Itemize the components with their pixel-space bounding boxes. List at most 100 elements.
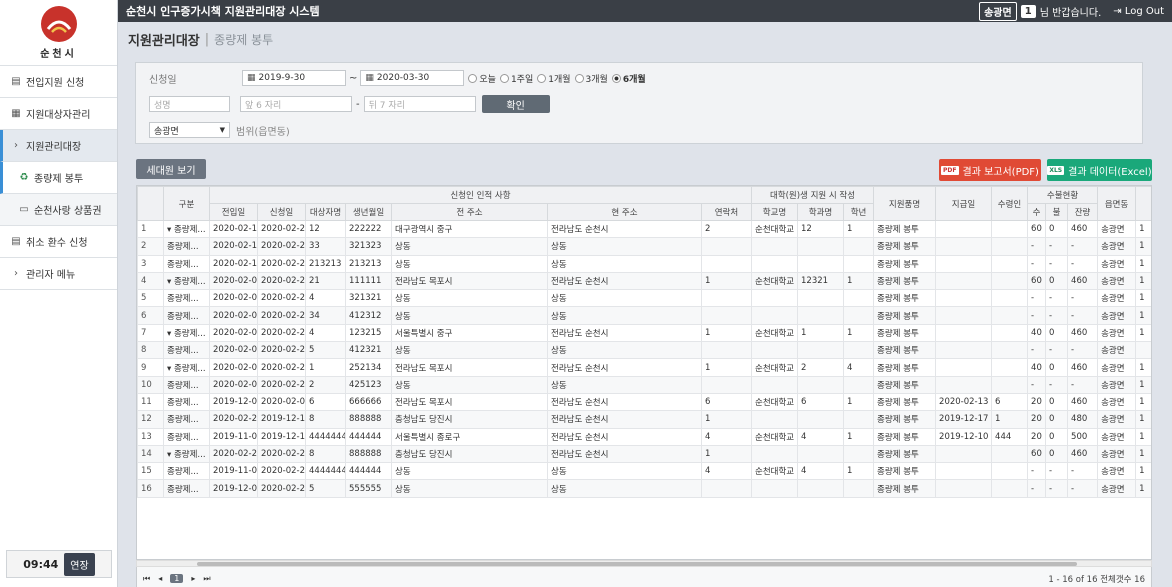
table-row[interactable]: 15종량제...2019-11-042020-02-214444444...44…	[137, 462, 1151, 481]
next-page-icon[interactable]: ▸	[191, 574, 195, 583]
table-cell: 전라남도 목포시	[391, 358, 548, 377]
sidebar-item-garbage-bag[interactable]: ♻ 종량제 봉투	[0, 162, 117, 194]
logout-button[interactable]: ⇥ Log Out	[1113, 6, 1164, 17]
first-page-icon[interactable]: ⏮	[143, 574, 150, 584]
table-row[interactable]: 2 종량제... 2020-02-13 2020-02-21 33 321323 상동 상동 종…	[137, 237, 1151, 256]
horizontal-scrollbar[interactable]	[136, 560, 1152, 567]
table-cell: 0	[1045, 358, 1069, 377]
sidebar-item-admin-menu[interactable]: › 관리자 메뉴	[0, 258, 117, 290]
table-cell: 8	[137, 341, 164, 360]
id-back-input[interactable]: 뒤 7 자리	[363, 96, 476, 112]
sidebar-item-transfer-apply[interactable]: ▤ 전입지원 신청	[0, 66, 117, 98]
empty-row	[138, 497, 1152, 514]
sidebar-item-support-ledger[interactable]: › 지원관리대장	[0, 130, 117, 162]
table-cell: 2	[700, 219, 753, 239]
table-row[interactable]: 14 ▾ 종량제... 2020-02-20 2020-02-21 8 888888 충청남…	[137, 444, 1151, 464]
table-row[interactable]: 4 ▾ 종량제... 2020-02-05 2020-02-21 21 111111 전라남…	[137, 271, 1151, 291]
table-row[interactable]: 8 종량제... 2020-02-04 2020-02-21 5 412321 상동 상동 종량…	[137, 341, 1151, 360]
table-cell: 321321	[345, 289, 392, 308]
table-row[interactable]: 3 종량제... 2020-02-13 2020-02-21 213213 213213 상…	[137, 254, 1151, 273]
table-cell: 송광면	[1097, 306, 1137, 325]
table-row[interactable]: 12 종량제... 2020-02-20 2019-12-17 8 888888 충청남도 …	[137, 410, 1151, 429]
name-input[interactable]: 성명	[149, 96, 230, 112]
sidebar: 순천시 ▤ 전입지원 신청 ▦ 지원대상자관리 › 지원관리대장 ♻ 종량제 봉투 ▭ 순…	[0, 0, 118, 587]
table-cell	[935, 323, 993, 343]
range-today-radio[interactable]: 오늘	[468, 72, 496, 85]
table-cell: 11	[137, 392, 164, 412]
column-header: 전 주소	[391, 203, 548, 221]
table-cell: 1	[305, 358, 346, 377]
id-front-input[interactable]: 앞 6 자리	[240, 96, 352, 112]
breadcrumb-separator: |	[204, 31, 210, 47]
date-to-input[interactable]: ▦ 2020-03-30	[360, 70, 465, 86]
table-cell: 종량제...	[163, 392, 210, 412]
range-1month-radio[interactable]: 1개월	[537, 72, 571, 85]
table-cell	[751, 410, 799, 429]
table-cell	[935, 341, 993, 360]
sidebar-item-cancel-refund[interactable]: ▤ 취소 환수 신청	[0, 226, 117, 258]
table-cell: 순천대학교	[751, 392, 799, 412]
table-cell	[843, 289, 875, 308]
last-page-icon[interactable]: ⏭	[203, 574, 210, 584]
confirm-button[interactable]: 확인	[481, 95, 550, 113]
table-cell: 송광면	[1097, 219, 1137, 239]
breadcrumb: 지원관리대장 | 종량제 봉투	[126, 28, 1166, 50]
table-cell	[991, 462, 1029, 481]
prev-page-icon[interactable]: ◂	[158, 574, 162, 583]
table-cell: 송광면	[1097, 237, 1137, 256]
table-cell: 6	[305, 392, 346, 412]
table-cell: 2019-12-17	[257, 410, 306, 429]
table-row[interactable]: 6 종량제... 2020-02-04 2020-02-21 34 412312 상동 상동 종…	[137, 306, 1151, 325]
date-from-input[interactable]: ▦ 2019-9-30	[242, 70, 346, 86]
table-row[interactable]: 5 종량제... 2020-02-04 2020-02-21 4 321321 상동 상동 종량…	[137, 289, 1151, 308]
region-select[interactable]: 송광면 ▼	[149, 122, 230, 138]
column-header: 신청일	[257, 203, 306, 221]
table-cell	[751, 444, 799, 464]
logo[interactable]: 순천시	[0, 0, 117, 66]
range-1week-radio[interactable]: 1주일	[499, 72, 533, 85]
table-cell: 2020-02-20	[209, 444, 258, 464]
table-cell: 460	[1067, 219, 1099, 239]
empty-cell	[844, 497, 874, 514]
table-cell: 상동	[547, 479, 702, 498]
table-row[interactable]: 9 ▾ 종량제... 2020-02-01 2020-02-21 1 252134 전라남도…	[137, 358, 1151, 377]
table-cell: 460	[1067, 271, 1099, 291]
table-cell: 12321	[797, 271, 845, 291]
table-row[interactable]: 13종량제...2019-11-042019-12-104444444...44…	[137, 427, 1151, 446]
table-cell	[751, 375, 799, 394]
table-cell	[797, 306, 845, 325]
table-cell: ▾ 종량제...	[163, 219, 210, 239]
table-cell: 2019-11-04	[209, 427, 258, 446]
excel-data-button[interactable]: XLS 결과 데이터(Excel)	[1047, 159, 1152, 181]
empty-cell	[306, 497, 346, 514]
table-row[interactable]: 16 종량제... 2019-12-03 2020-02-21 5 555555 상동 상동 종…	[137, 479, 1151, 498]
table-cell: 종량제...	[163, 254, 210, 273]
pdf-report-button[interactable]: PDF 결과 보고서(PDF)	[939, 159, 1041, 181]
table-cell: 1	[1135, 289, 1151, 308]
table-cell: 2020-02-20	[209, 410, 258, 429]
table-cell: 1	[700, 271, 753, 291]
extend-session-button[interactable]: 연장	[64, 552, 95, 576]
top-bar: 순천시 인구증가시책 지원관리대장 시스템 송광면 1 님 반갑습니다. ⇥ L…	[118, 0, 1172, 22]
table-row[interactable]: 1 ▾ 종량제... 2020-02-13 2020-02-21 12 222222 대구광…	[137, 219, 1151, 239]
table-row[interactable]: 7 ▾ 종량제... 2020-02-01 2020-02-21 4 123215 서울특별…	[137, 323, 1151, 343]
range-6month-radio[interactable]: 6개월	[611, 72, 646, 85]
sidebar-item-voucher[interactable]: ▭ 순천사랑 상품권	[0, 194, 117, 226]
table-row[interactable]: 10 종량제... 2020-02-04 2020-02-21 2 425123 상동 상동 종…	[137, 375, 1151, 394]
table-cell: 2020-02-21	[257, 271, 306, 291]
table-cell	[751, 306, 799, 325]
table-cell: -	[1027, 306, 1047, 325]
current-page[interactable]: 1	[170, 574, 184, 583]
table-row[interactable]: 11 종량제... 2019-12-01 2020-02-05 6 666666 전라남도 …	[137, 392, 1151, 412]
table-cell: 2020-02-21	[257, 462, 306, 481]
session-time: 09:44	[23, 557, 59, 571]
range-3month-radio[interactable]: 3개월	[574, 72, 608, 85]
scrollbar-thumb[interactable]	[197, 562, 1077, 566]
table-icon: ▦	[11, 108, 21, 119]
view-household-button[interactable]: 세대원 보기	[136, 159, 206, 179]
search-filter-panel: 신청일 ▦ 2019-9-30 ~ ▦ 2020-03-30 오늘 1주일 1개월 …	[135, 62, 1143, 144]
sidebar-item-recipient-manage[interactable]: ▦ 지원대상자관리	[0, 98, 117, 130]
table-cell: 종량제...	[163, 237, 210, 256]
table-cell: 종량제 봉투	[873, 358, 937, 377]
table-cell: 1	[1135, 392, 1151, 412]
